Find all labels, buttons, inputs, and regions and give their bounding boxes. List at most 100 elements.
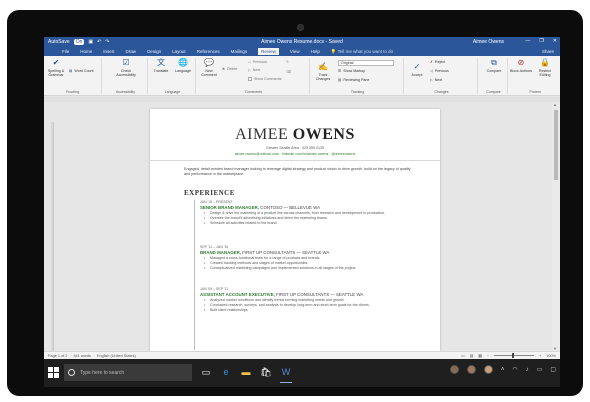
new-comment-label: New Comment [201,69,217,77]
tab-insert[interactable]: Insert [103,49,114,54]
check-accessibility-button[interactable]: ☑ Check Accessibility [115,58,137,78]
document-page[interactable]: AIMEE OWENS Greater Seattle Area · 425 5… [150,109,440,351]
tablet-device: AutoSave On ▣ ↶ ↷ Aimee Owens Resume.doc… [7,10,583,396]
minimize-button[interactable]: — [525,38,530,44]
people-avatar[interactable] [466,365,476,374]
next-comment-button[interactable]: ▷ Next [248,68,260,72]
zoom-knob[interactable] [512,353,515,358]
delete-icon: ✖ [222,67,226,71]
compare-group-label: Compare [486,90,501,94]
tab-help[interactable]: Help [311,49,320,54]
battery-icon[interactable]: ▭ [537,366,543,373]
web-layout-icon[interactable]: ▦ [478,353,482,358]
reviewing-pane-button[interactable]: ▥ Reviewing Pane [338,78,369,82]
tab-mailings[interactable]: Mailings [231,49,248,54]
accept-button[interactable]: ✓ Accept [406,62,428,78]
previous-change-button[interactable]: ◁ Previous [430,69,449,73]
word-count[interactable]: 441 words [73,354,91,358]
vertical-scrollbar[interactable]: ▲ ▼ [552,102,560,351]
action-center-icon[interactable]: ▢ [550,366,556,373]
translate-button[interactable]: 文 Translate [150,58,172,74]
compare-icon: ⧉ [491,58,497,67]
comments-label: Comments [245,90,262,94]
zoom-slider[interactable] [494,353,535,358]
store-icon[interactable]: 🛍 [260,366,272,378]
zoom-out-icon[interactable]: − [487,354,489,358]
word-app-icon[interactable]: W [280,366,292,383]
task-view-icon[interactable]: ▭ [200,366,212,378]
tab-review[interactable]: Review [258,48,279,55]
show-comments-checkbox[interactable]: Show Comments [248,77,281,81]
windows-start-icon[interactable] [48,367,59,378]
restore-button[interactable]: ❐ [539,38,543,44]
taskbar-search-box[interactable]: Type here to search [64,364,192,381]
file-explorer-icon[interactable]: ▬ [240,366,252,378]
protect-label: Protect [529,90,541,94]
job-org: CONTOSO — BELLEVUE WA [259,205,321,210]
block-authors-icon: ⊘ [517,58,525,67]
compare-button[interactable]: ⧉ Compare [483,58,505,74]
translate-icon: 文 [157,58,165,67]
language-button[interactable]: 🌐 Language [172,58,194,74]
chevron-up-icon[interactable]: ˄ [501,367,505,373]
block-authors-button[interactable]: ⊘ Block Authors [510,58,532,74]
markup-value: Original [341,61,354,65]
track-changes-button[interactable]: ✍ Track Changes [312,62,334,82]
new-comment-icon: 💬 [204,58,214,67]
restrict-editing-button[interactable]: 🔒 Restrict Editing [534,58,556,78]
vertical-ruler [51,122,54,351]
scrollbar-thumb[interactable] [554,110,558,180]
document-canvas[interactable]: AIMEE OWENS Greater Seattle Area · 425 5… [44,97,560,351]
translate-label: Translate [153,69,169,73]
new-comment-button[interactable]: 💬 New Comment [198,58,220,78]
ink-pen-button[interactable]: ✎ [286,60,289,64]
page-count[interactable]: Page 1 of 2 [48,354,67,358]
word-count-button[interactable]: ▤ Word Count [69,69,94,73]
show-markup-button[interactable]: ☰ Show Markup [338,69,365,73]
zoom-in-icon[interactable]: + [539,354,541,358]
share-button[interactable]: Share [542,49,554,54]
timeline-rule [194,200,195,350]
language-status[interactable]: English (United States) [97,354,136,358]
ink-eraser-button[interactable]: ⌫ [286,70,291,74]
eraser-icon: ⌫ [286,70,292,74]
volume-icon[interactable]: ♪ [526,367,529,373]
section-heading: EXPERIENCE [184,189,235,197]
markup-dropdown[interactable]: Original [338,60,394,66]
tab-draw[interactable]: Draw [126,49,137,54]
tab-home[interactable]: Home [80,49,92,54]
check-accessibility-label: Check Accessibility [116,69,136,77]
print-layout-icon[interactable]: ▤ [470,353,474,358]
scroll-up-icon[interactable]: ▲ [553,102,557,107]
close-button[interactable]: ✕ [553,38,557,44]
previous-change-icon: ◁ [430,69,433,73]
tab-view[interactable]: View [290,49,300,54]
tab-file[interactable]: File [62,49,69,54]
read-mode-icon[interactable]: ▭ [461,353,465,358]
links-line[interactable]: aimee.owens@outlook.com · linkedin.com/i… [150,152,440,156]
show-comments-box [248,77,252,81]
accessibility-label: Accessibility [115,90,136,94]
window-controls: — ❐ ✕ [525,38,557,44]
spelling-grammar-button[interactable]: ✔ Spelling & Grammar [45,58,67,78]
people-avatar[interactable] [449,365,459,374]
next-change-button[interactable]: ▷ Next [430,78,442,82]
reject-button[interactable]: ✗ Reject [430,60,445,64]
delete-comment-button[interactable]: ✖ Delete [222,67,237,71]
accessibility-icon: ☑ [122,58,130,67]
tell-me-box[interactable]: 💡 Tell me what you want to do [331,49,393,55]
comments-group: 💬 New Comment ✖ Delete ◁ Previous ▷ Next [198,58,310,94]
tab-layout[interactable]: Layout [172,49,186,54]
delete-label: Delete [227,67,238,71]
network-icon[interactable]: ◠ [512,366,517,373]
user-name[interactable]: Aimee Owens [473,39,504,45]
people-avatar[interactable] [483,365,493,374]
tab-design[interactable]: Design [147,49,161,54]
status-right: ▭ ▤ ▦ − + 100% [461,353,556,358]
previous-comment-button[interactable]: ◁ Previous [248,60,267,64]
edge-browser-icon[interactable]: e [220,366,232,378]
zoom-level[interactable]: 100% [546,354,556,358]
job-bullet: Schedule all activities related to the b… [200,221,430,226]
windows-taskbar: Type here to search ▭ e ▬ 🛍 W ˄ ◠ ♪ ▭ ▢ [44,359,560,387]
tab-references[interactable]: References [197,49,220,54]
